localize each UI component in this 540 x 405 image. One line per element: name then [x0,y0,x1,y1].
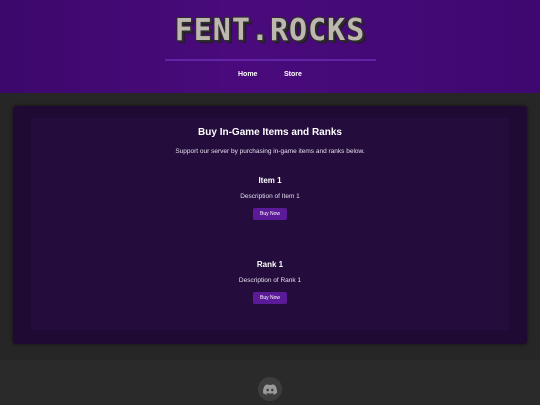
main-nav: Home Store [0,69,540,81]
discord-icon[interactable] [258,377,282,401]
product-name: Item 1 [258,176,282,185]
product-description: Description of Item 1 [240,193,300,200]
nav-divider [165,59,376,61]
store-card [13,106,527,344]
buy-now-button[interactable]: Buy Now [253,292,287,304]
logo-text: FENT.ROCKS [174,12,366,48]
buy-now-button[interactable]: Buy Now [253,208,287,220]
nav-store-link[interactable]: Store [284,69,302,81]
site-logo[interactable]: FENT.ROCKS [157,12,383,48]
store-title: Buy In-Game Items and Ranks [198,127,342,138]
site-header: FENT.ROCKS Home Store [0,0,540,93]
store-subtitle: Support our server by purchasing in-game… [175,148,365,155]
nav-home-link[interactable]: Home [238,69,257,81]
product-name: Rank 1 [256,260,284,269]
discord-glyph [263,383,277,395]
product-description: Description of Rank 1 [238,277,302,284]
